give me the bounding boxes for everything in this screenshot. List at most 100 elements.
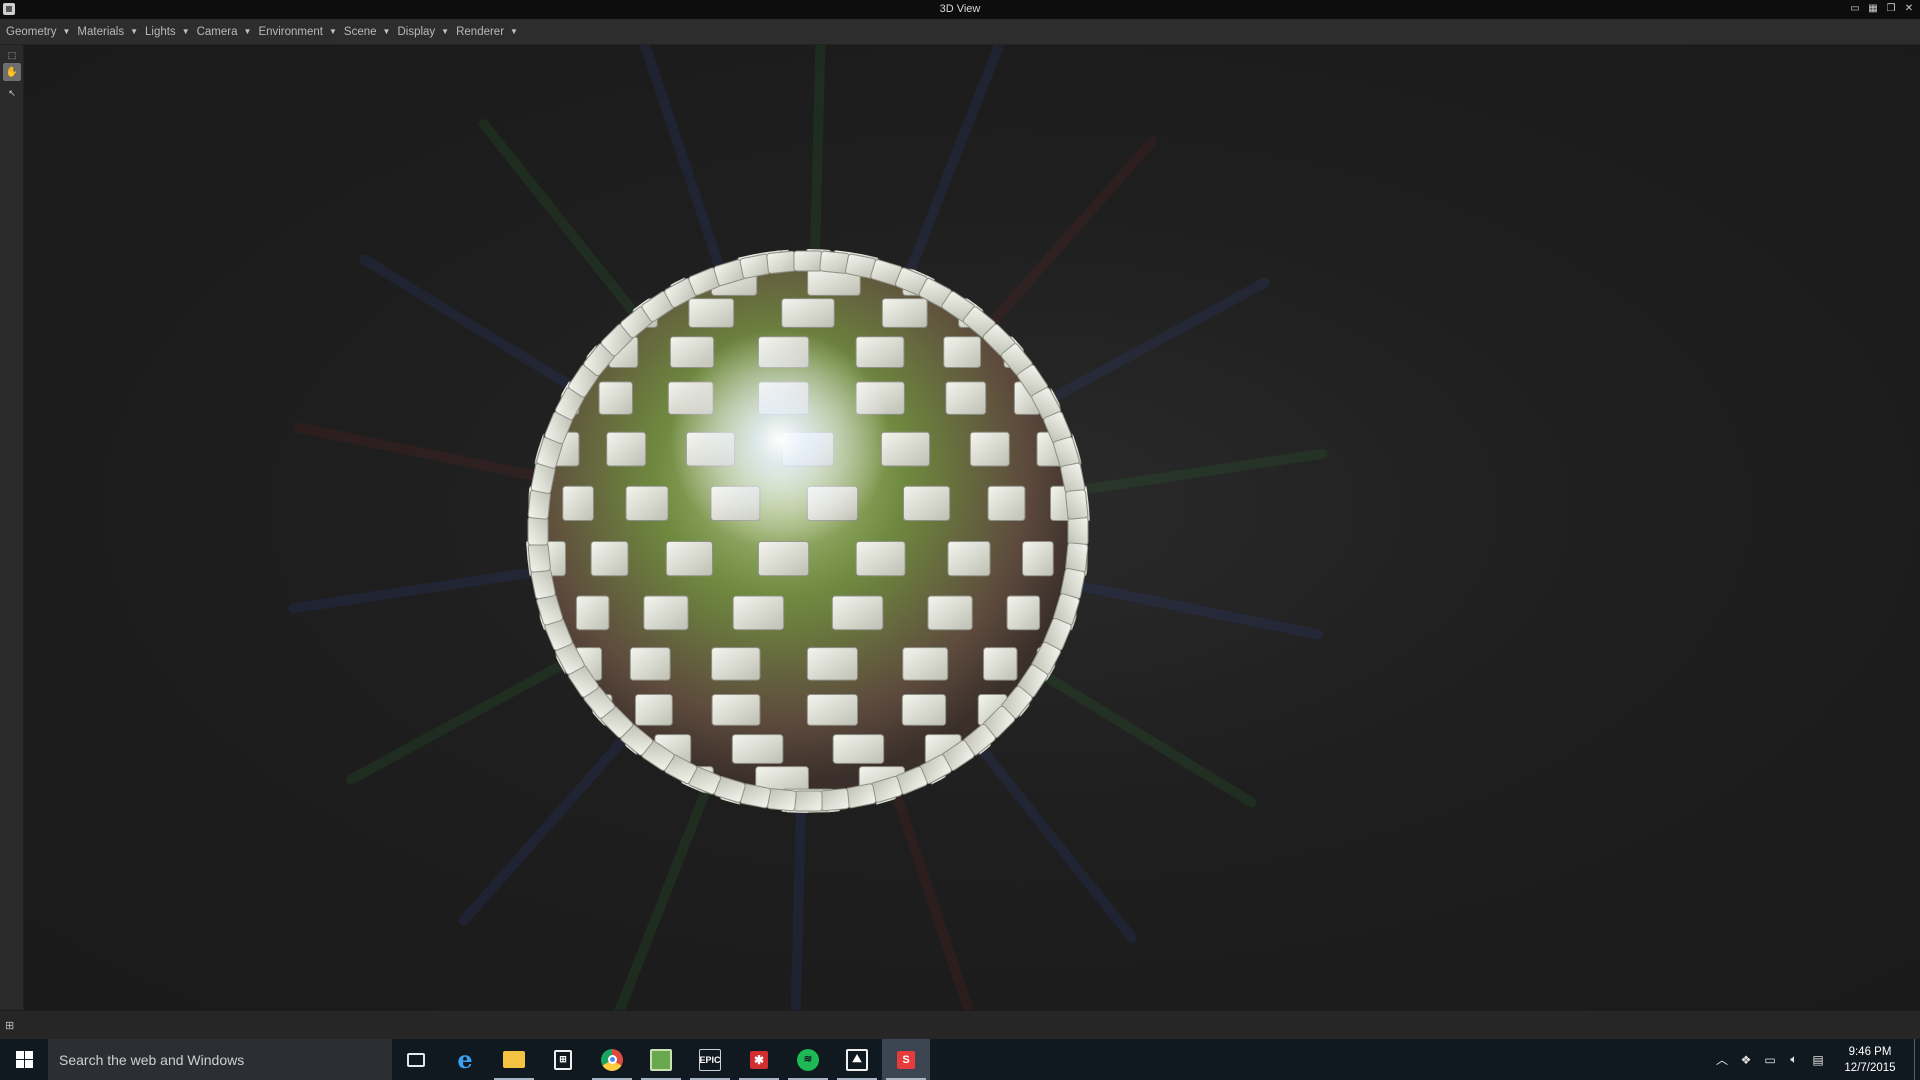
cube	[793, 790, 823, 812]
taskbar: Search the web and Windows e ⊞ EPIC ✱ ≋ …	[0, 1039, 1920, 1080]
chevron-down-icon: ▼	[441, 27, 450, 36]
red-app-button[interactable]: ✱	[735, 1039, 783, 1080]
menu-label: Renderer	[456, 25, 505, 38]
cube	[819, 250, 850, 274]
chevron-down-icon: ▼	[329, 27, 337, 36]
cube	[881, 298, 928, 328]
store-button[interactable]: ⊞	[539, 1039, 587, 1080]
keyshot-icon: S	[897, 1050, 915, 1069]
3d-viewport[interactable]	[25, 45, 1920, 1010]
cube	[927, 595, 973, 631]
chevron-down-icon: ▼	[62, 27, 71, 36]
cube	[806, 647, 858, 681]
epic-games-button[interactable]: EPIC	[686, 1039, 734, 1080]
cube	[855, 541, 906, 577]
show-desktop-button[interactable]	[1914, 1039, 1920, 1080]
cube	[766, 788, 797, 812]
chevron-down-icon: ▼	[382, 27, 391, 36]
cube	[643, 595, 689, 631]
file-explorer-button[interactable]	[490, 1039, 538, 1080]
layout-icon[interactable]: ▦	[1866, 2, 1880, 16]
cube	[832, 734, 885, 764]
cube	[688, 298, 735, 328]
menu-scene[interactable]: Scene ▼	[344, 26, 391, 38]
spotify-button[interactable]: ≋	[784, 1039, 832, 1080]
cube	[711, 693, 761, 726]
clock[interactable]: 9:46 PM 12/7/2015	[1830, 1044, 1910, 1076]
title-bar: 3D View ▭ ▦ ❐ ✕	[0, 0, 1920, 19]
cube	[527, 516, 549, 546]
search-input[interactable]: Search the web and Windows	[48, 1039, 392, 1080]
cube	[831, 595, 884, 631]
clock-date: 12/7/2015	[1844, 1061, 1896, 1074]
task-view-button[interactable]	[392, 1039, 440, 1080]
menu-label: Scene	[343, 25, 377, 38]
file-explorer-icon	[503, 1051, 525, 1068]
start-button[interactable]	[0, 1039, 48, 1080]
close-icon[interactable]: ✕	[1902, 2, 1916, 16]
tree-view-icon[interactable]: ⊞	[5, 1019, 19, 1033]
chevron-down-icon: ▼	[510, 27, 518, 36]
cube	[625, 485, 669, 521]
action-center-icon[interactable]: ▤	[1806, 1039, 1830, 1080]
menu-display[interactable]: Display ▼	[397, 26, 449, 38]
cube	[969, 431, 1010, 467]
task-view-icon	[407, 1052, 425, 1067]
cube	[575, 595, 610, 631]
menu-label: Environment	[258, 25, 323, 38]
restore-icon[interactable]: ❐	[1884, 2, 1898, 16]
menu-camera[interactable]: Camera ▼	[197, 26, 252, 38]
spotify-icon: ≋	[797, 1048, 819, 1071]
cube	[947, 541, 991, 577]
network-icon[interactable]: ▭	[1758, 1039, 1782, 1080]
cube	[903, 485, 951, 521]
red-app-icon: ✱	[750, 1050, 768, 1069]
cube	[598, 381, 633, 415]
cube	[766, 250, 797, 274]
cube	[732, 595, 785, 631]
cube	[1065, 542, 1089, 573]
system-tray: ︿ ❖ ▭ 🔈︎ ▤ 9:46 PM 12/7/2015	[1710, 1039, 1920, 1080]
menu-geometry[interactable]: Geometry ▼	[6, 26, 70, 38]
menu-label: Display	[397, 25, 436, 38]
cube	[629, 647, 671, 681]
cube	[527, 489, 551, 520]
pick-tool-icon[interactable]: ↖	[3, 87, 21, 99]
store-icon: ⊞	[554, 1049, 572, 1070]
cube	[1067, 516, 1089, 546]
cube	[983, 647, 1018, 681]
cube	[987, 485, 1026, 521]
cube	[711, 647, 761, 681]
chrome-button[interactable]	[588, 1039, 636, 1080]
dropbox-icon[interactable]: ❖	[1734, 1039, 1758, 1080]
light-flare	[670, 330, 890, 550]
menu-materials[interactable]: Materials ▼	[77, 26, 138, 38]
cube	[1006, 595, 1041, 631]
popout-icon[interactable]: ⬚	[3, 49, 21, 61]
cube	[527, 542, 551, 573]
chevron-up-icon[interactable]: ︿	[1710, 1039, 1734, 1080]
tool-strip: ⬚ ✋ ↖	[0, 45, 24, 1010]
photos-button[interactable]: ⛰	[833, 1039, 881, 1080]
menu-lights[interactable]: Lights ▼	[145, 26, 190, 38]
cube	[819, 788, 850, 812]
epic-games-icon: EPIC	[699, 1048, 721, 1071]
chevron-down-icon: ▼	[181, 27, 190, 36]
pin-icon[interactable]: ▭	[1848, 2, 1862, 16]
cube	[781, 298, 835, 328]
hand-tool-icon[interactable]: ✋	[3, 63, 21, 81]
keyshot-button[interactable]: S	[882, 1039, 930, 1080]
status-bar: ⊞	[0, 1010, 1920, 1039]
app-button[interactable]	[637, 1039, 685, 1080]
cube	[806, 693, 858, 726]
menu-label: Materials	[77, 25, 125, 38]
cube	[901, 693, 947, 726]
menu-renderer[interactable]: Renderer ▼	[456, 26, 518, 38]
clock-time: 9:46 PM	[1848, 1045, 1892, 1058]
rendered-scene	[288, 45, 1328, 1010]
cube	[943, 336, 982, 369]
volume-icon[interactable]: 🔈︎	[1782, 1039, 1806, 1080]
edge-button[interactable]: e	[441, 1039, 489, 1080]
menu-environment[interactable]: Environment ▼	[258, 26, 336, 38]
cube	[606, 431, 647, 467]
